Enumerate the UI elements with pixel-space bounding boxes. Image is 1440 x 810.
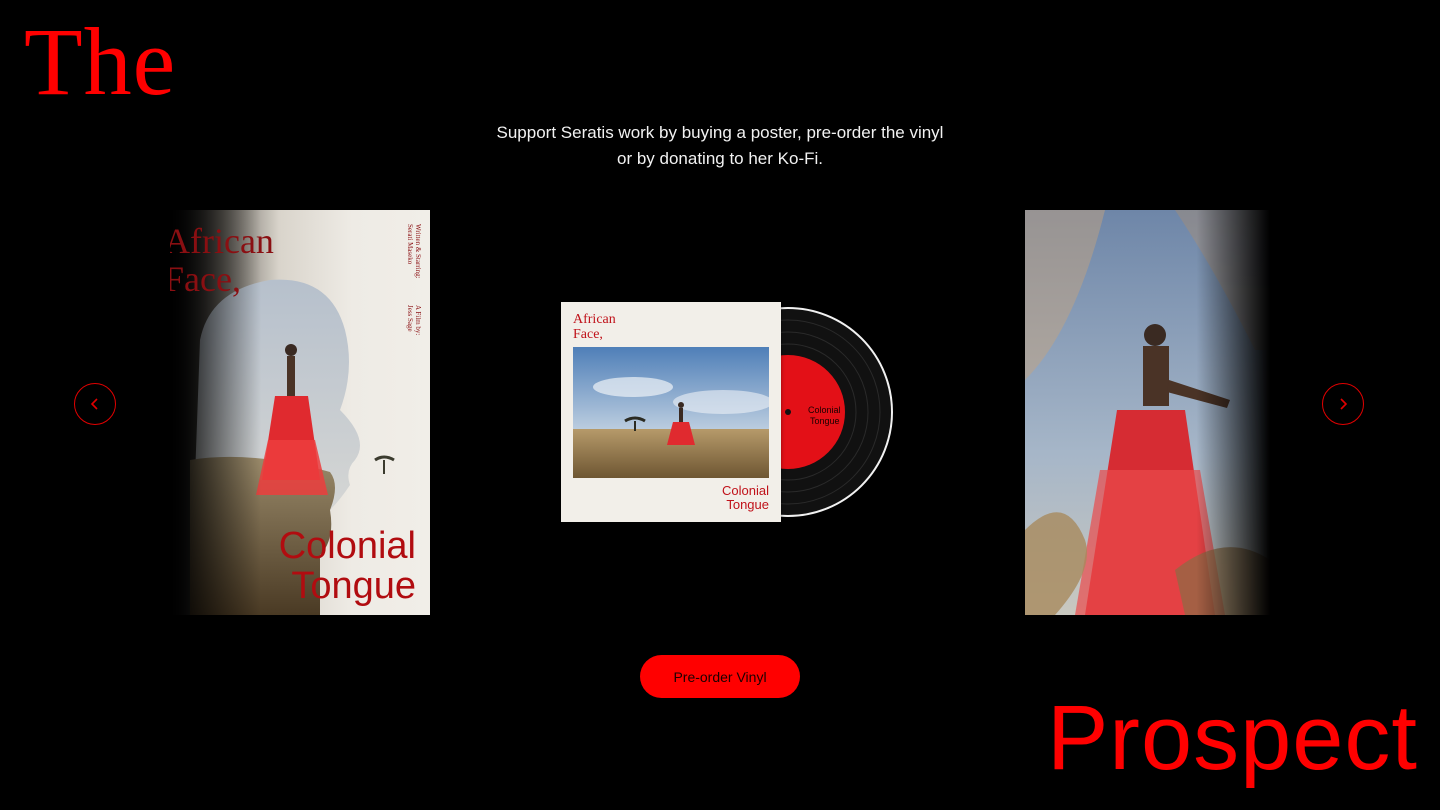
sleeve-title-bottom: Colonial Tongue [722,484,769,512]
chevron-right-icon [1340,398,1348,410]
poster-credit-line3: A Film by: [414,304,422,335]
pre-order-vinyl-button[interactable]: Pre-order Vinyl [640,655,800,698]
brand-title-the: The [24,8,177,115]
brand-title-prospect: Prospect [1046,687,1418,789]
poster-right[interactable] [1025,210,1270,615]
sleeve-title-line2: Face, [573,327,603,342]
vinyl-sleeve[interactable]: African Face, Colonial Tongue [561,302,781,522]
sleeve-title-line3: Colonial [722,483,769,498]
poster-left-title-line1: African [170,221,274,261]
poster-left-title-line3: Colonial [278,525,416,567]
poster-left[interactable]: African Face, Written & Starring: Serati… [170,210,430,615]
sleeve-title-line4: Tongue [726,497,769,512]
poster-credit-line1: Written & Starring: [414,224,422,279]
poster-right-artwork [1025,210,1270,615]
poster-left-title-line2: Face, [170,259,241,299]
poster-left-title-line4: Tongue [291,565,416,607]
vinyl-label-line1: Colonial [808,405,841,415]
vinyl-label-line2: Tongue [810,416,840,426]
poster-left-title-top: African Face, [170,222,274,298]
sleeve-title-top: African Face, [573,312,616,342]
poster-left-credits: Written & Starring: Serati Maseko A Film… [400,224,422,357]
carousel-next-button[interactable] [1322,383,1364,425]
poster-credit-line4: Jess Sage [406,304,414,332]
poster-left-title-bottom: Colonial Tongue [279,526,416,606]
intro-line-2: or by donating to her Ko-Fi. [616,149,823,168]
sleeve-title-line1: African [573,312,616,327]
carousel-prev-button[interactable] [74,383,116,425]
sleeve-photo [573,347,769,478]
intro-line-1: Support Seratis work by buying a poster,… [496,123,944,142]
chevron-left-icon [90,398,98,410]
poster-credit-line2: Serati Maseko [406,224,414,265]
intro-text: Support Seratis work by buying a poster,… [470,120,970,172]
